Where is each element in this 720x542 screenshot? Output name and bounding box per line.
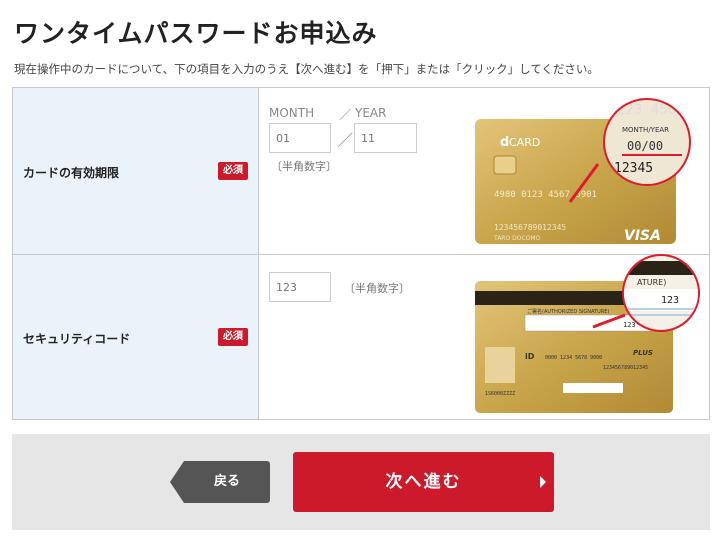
zoom-expiry-value: 00/00 [627, 139, 663, 153]
signature-label: ご署名(AUTHORIZED SIGNATURE) [527, 308, 609, 315]
chevron-right-icon [540, 476, 546, 488]
zoom-number: 12345 [614, 161, 653, 176]
id-number: 0000 1234 5678 9000 [545, 355, 602, 361]
back-button[interactable]: 戻る [170, 461, 270, 503]
zoom-expiry-caption: MONTH/YEAR [622, 126, 669, 134]
month-label: MONTH [269, 106, 315, 120]
security-row: セキュリティコード 必須 〔半角数字〕 ご署名(AUTHORI [13, 254, 709, 419]
card-serial: 1S6000ZZZZ [485, 391, 515, 397]
date-separator: ／ [339, 108, 352, 122]
input-form: カードの有効期限 必須 MONTH ／ YEAR ／ 〔半角数字〕 [12, 87, 710, 420]
back-number: 123456789012345 [603, 365, 648, 371]
card-front-image: d CARD 4980 0123 4567 8901 1234567890123… [475, 98, 691, 244]
card-number: 4980 0123 4567 8901 [494, 190, 597, 200]
expiry-field-cell: MONTH ／ YEAR ／ 〔半角数字〕 d CARD [259, 88, 709, 254]
security-field-cell: 〔半角数字〕 ご署名(AUTHORIZED SIGNATURE) 123 [259, 254, 709, 419]
plus-logo: PLUS [633, 349, 653, 357]
input-separator: ／ [337, 131, 354, 150]
next-button[interactable]: 次へ進む [293, 452, 554, 512]
expiry-row: カードの有効期限 必須 MONTH ／ YEAR ／ 〔半角数字〕 [13, 88, 709, 255]
security-code-input[interactable] [269, 272, 331, 302]
year-input[interactable] [354, 123, 417, 153]
expiry-label: カードの有効期限 [23, 166, 120, 180]
zoom-cvv: 123 [661, 295, 679, 306]
expiry-label-cell: カードの有効期限 必須 [13, 88, 259, 254]
month-input[interactable] [269, 123, 331, 153]
card-holder-name: TARO DOCOMO [493, 235, 541, 242]
card-holder-number: 123456789012345 [494, 223, 566, 232]
back-button-label: 戻る [213, 474, 240, 489]
required-badge: 必須 [218, 162, 248, 180]
svg-text:d: d [500, 135, 509, 150]
visa-logo: VISA [624, 228, 661, 244]
security-hint: 〔半角数字〕 [344, 282, 410, 295]
required-badge: 必須 [218, 328, 248, 346]
card-brand: CARD [509, 136, 540, 149]
year-label: YEAR [355, 106, 387, 120]
security-label: セキュリティコード [23, 332, 131, 346]
card-back-image: ご署名(AUTHORIZED SIGNATURE) 123 iD 0000 12… [475, 254, 700, 413]
next-button-label: 次へ進む [385, 472, 462, 492]
expiry-hint: 〔半角数字〕 [271, 160, 337, 173]
cvv-small: 123 [623, 321, 636, 329]
id-brand: iD [525, 352, 535, 361]
security-label-cell: セキュリティコード 必須 [13, 255, 259, 419]
zoom-signature-label: ATURE) [637, 278, 666, 287]
page-description: 現在操作中のカードについて、下の項目を入力のうえ【次へ進む】を「押下」または「ク… [14, 62, 599, 76]
page-title: ワンタイムパスワードお申込み [14, 19, 378, 48]
